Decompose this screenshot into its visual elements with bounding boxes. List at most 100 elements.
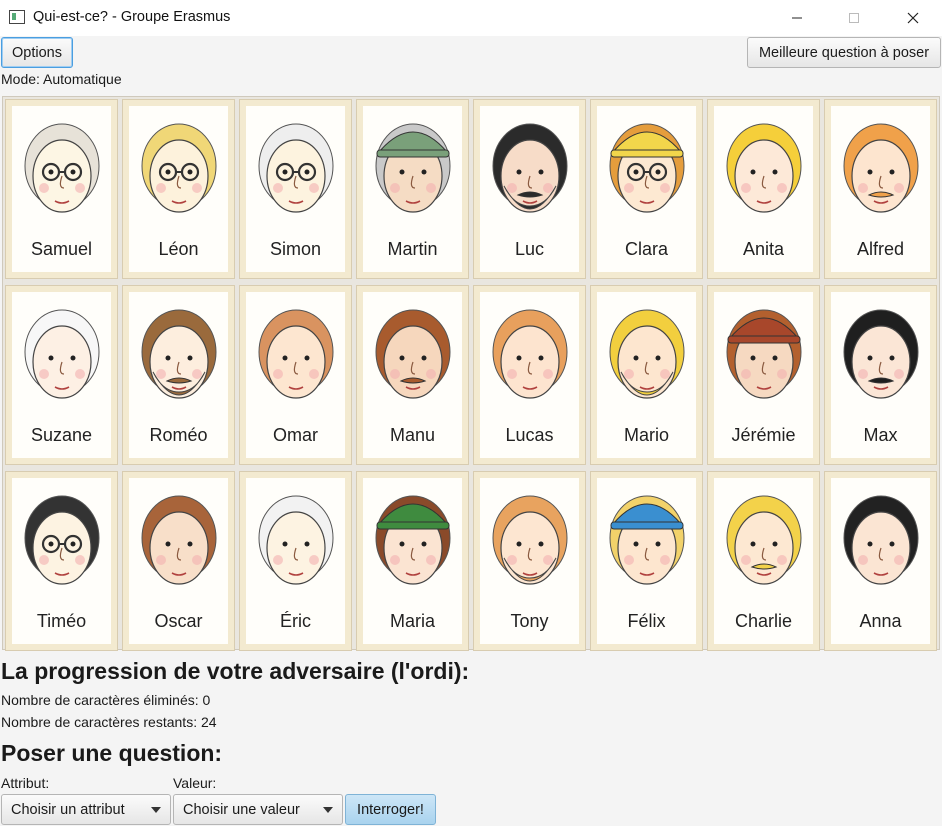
card-face: Alfred xyxy=(831,106,930,272)
character-card[interactable]: Charlie xyxy=(707,471,820,651)
card-face: Samuel xyxy=(12,106,111,272)
card-face: Omar xyxy=(246,292,345,458)
card-face: Léon xyxy=(129,106,228,272)
portrait-image xyxy=(726,309,802,399)
character-card[interactable]: Anna xyxy=(824,471,937,651)
character-name: Martin xyxy=(387,239,438,259)
portrait-image xyxy=(492,495,568,585)
character-name: Mario xyxy=(623,425,669,445)
character-card[interactable]: Alfred xyxy=(824,99,937,279)
options-button[interactable]: Options xyxy=(1,37,73,68)
character-name: Tony xyxy=(510,611,549,631)
portrait-image xyxy=(609,495,685,585)
portrait-image xyxy=(375,495,451,585)
portrait-image xyxy=(843,123,919,213)
character-card[interactable]: Anita xyxy=(707,99,820,279)
character-card[interactable]: Lucas xyxy=(473,285,586,465)
card-face: Suzane xyxy=(12,292,111,458)
portrait-image xyxy=(141,123,217,213)
card-face: Lucas xyxy=(480,292,579,458)
character-card[interactable]: Oscar xyxy=(122,471,235,651)
card-face: Anita xyxy=(714,106,813,272)
portrait-image xyxy=(843,309,919,399)
ask-button[interactable]: Interroger! xyxy=(345,794,436,825)
character-name: Anna xyxy=(859,611,902,631)
character-card[interactable]: Roméo xyxy=(122,285,235,465)
attribute-select[interactable]: Choisir un attribut xyxy=(1,794,171,825)
character-card[interactable]: Luc xyxy=(473,99,586,279)
portrait-image xyxy=(141,309,217,399)
chevron-down-icon xyxy=(323,807,333,813)
card-face: Clara xyxy=(597,106,696,272)
card-face: Maria xyxy=(363,478,462,644)
character-name: Jérémie xyxy=(731,425,796,445)
character-name: Samuel xyxy=(30,239,93,259)
maximize-button[interactable] xyxy=(831,0,877,36)
card-face: Martin xyxy=(363,106,462,272)
value-select[interactable]: Choisir une valeur xyxy=(173,794,343,825)
card-face: Simon xyxy=(246,106,345,272)
character-card[interactable]: Omar xyxy=(239,285,352,465)
chevron-down-icon xyxy=(151,807,161,813)
best-question-button[interactable]: Meilleure question à poser xyxy=(747,37,941,68)
character-board: Samuel Léon Simon Martin Luc Clara Anita Alfred… xyxy=(2,96,940,651)
eliminated-count: Nombre de caractères éliminés: 0 xyxy=(1,692,211,708)
character-card[interactable]: Mario xyxy=(590,285,703,465)
character-card[interactable]: Manu xyxy=(356,285,469,465)
portrait-image xyxy=(258,123,334,213)
character-card[interactable]: Timéo xyxy=(5,471,118,651)
card-face: Jérémie xyxy=(714,292,813,458)
character-name: Suzane xyxy=(30,425,93,445)
card-face: Félix xyxy=(597,478,696,644)
character-name: Omar xyxy=(273,425,318,445)
character-card[interactable]: Simon xyxy=(239,99,352,279)
card-face: Luc xyxy=(480,106,579,272)
attribute-label: Attribut: xyxy=(1,775,50,791)
card-face: Charlie xyxy=(714,478,813,644)
character-card[interactable]: Martin xyxy=(356,99,469,279)
character-name: Éric xyxy=(280,611,311,631)
portrait-image xyxy=(24,309,100,399)
character-card[interactable]: Léon xyxy=(122,99,235,279)
character-card[interactable]: Tony xyxy=(473,471,586,651)
question-heading: Poser une question: xyxy=(1,740,223,766)
character-card[interactable]: Samuel xyxy=(5,99,118,279)
card-face: Mario xyxy=(597,292,696,458)
character-card[interactable]: Suzane xyxy=(5,285,118,465)
card-face: Oscar xyxy=(129,478,228,644)
card-face: Éric xyxy=(246,478,345,644)
portrait-image xyxy=(258,309,334,399)
attribute-select-value: Choisir un attribut xyxy=(11,801,125,818)
portrait-image xyxy=(843,495,919,585)
portrait-image xyxy=(492,309,568,399)
character-name: Maria xyxy=(389,611,435,631)
character-card[interactable]: Max xyxy=(824,285,937,465)
character-card[interactable]: Maria xyxy=(356,471,469,651)
portrait-image xyxy=(609,123,685,213)
portrait-image xyxy=(24,495,100,585)
character-name: Félix xyxy=(627,611,666,631)
card-face: Anna xyxy=(831,478,930,644)
character-name: Alfred xyxy=(856,239,905,259)
character-name: Roméo xyxy=(149,425,208,445)
remaining-count: Nombre de caractères restants: 24 xyxy=(1,714,217,730)
character-card[interactable]: Félix xyxy=(590,471,703,651)
character-card[interactable]: Clara xyxy=(590,99,703,279)
card-face: Timéo xyxy=(12,478,111,644)
portrait-image xyxy=(492,123,568,213)
character-name: Lucas xyxy=(505,425,554,445)
character-name: Timéo xyxy=(36,611,87,631)
close-icon xyxy=(907,12,919,24)
progress-heading: La progression de votre adversaire (l'or… xyxy=(1,658,470,684)
minimize-icon xyxy=(792,17,802,19)
close-button[interactable] xyxy=(890,0,936,36)
card-face: Manu xyxy=(363,292,462,458)
portrait-image xyxy=(609,309,685,399)
minimize-button[interactable] xyxy=(774,0,820,36)
character-card[interactable]: Jérémie xyxy=(707,285,820,465)
portrait-image xyxy=(141,495,217,585)
character-card[interactable]: Éric xyxy=(239,471,352,651)
maximize-icon xyxy=(849,13,859,23)
portrait-image xyxy=(375,309,451,399)
character-name: Max xyxy=(863,425,898,445)
